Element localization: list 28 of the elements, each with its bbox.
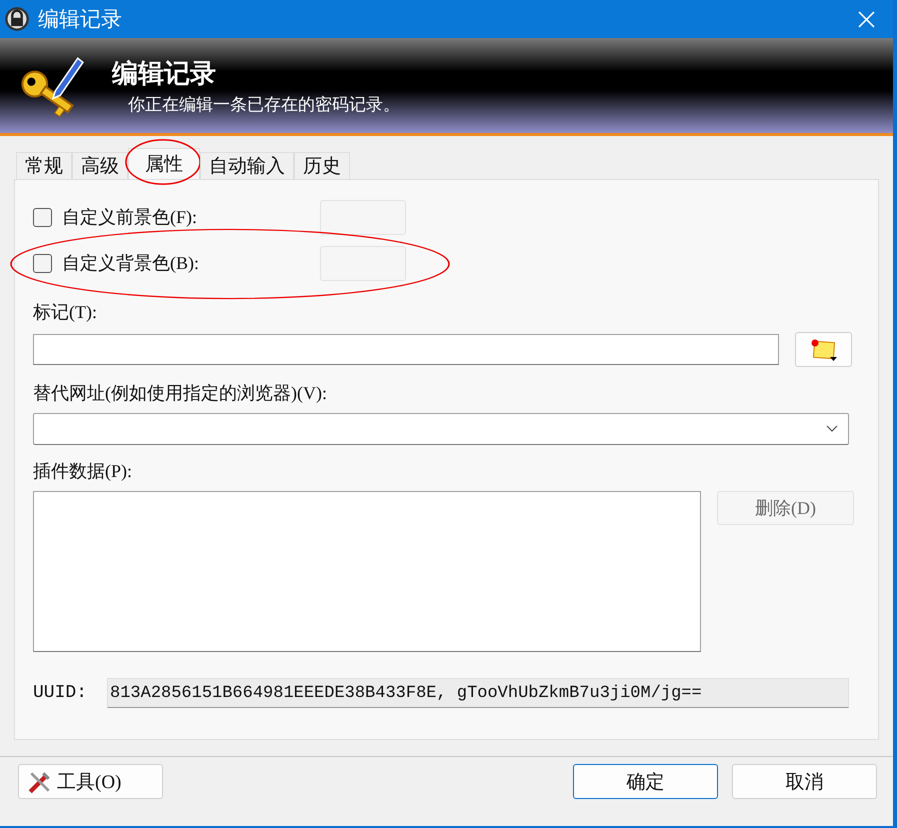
color-button[interactable] — [320, 246, 406, 280]
tab[interactable]: 高级 — [72, 152, 128, 179]
field-label: 替代网址(例如使用指定的浏览器)(V): — [33, 382, 328, 405]
tab[interactable]: 属性 — [128, 148, 200, 179]
window-title: 编辑记录 — [38, 6, 122, 33]
checkbox-label: 自定义背景色(B): — [62, 252, 200, 275]
url-dropdown[interactable] — [33, 413, 849, 445]
color-button[interactable] — [320, 200, 406, 234]
tab[interactable]: 历史 — [294, 152, 350, 179]
tag-button[interactable] — [795, 332, 852, 367]
uuid-field[interactable]: 813A2856151B664981EEEDE38B433F8E, gTooVhUbZkmB7u3ji0M/jg== — [107, 678, 850, 708]
chevron-down-icon — [826, 425, 838, 433]
checkbox-label: 自定义前景色(F): — [62, 206, 198, 229]
lock-icon — [4, 6, 30, 32]
field-label: 插件数据(P): — [33, 460, 133, 483]
cancel-button[interactable]: 取消 — [732, 764, 877, 799]
checkbox[interactable] — [33, 208, 52, 226]
close-icon[interactable] — [858, 10, 875, 28]
checkbox[interactable] — [33, 254, 52, 272]
field-label: 标记(T): — [33, 301, 98, 324]
tools-button[interactable]: 工具(O) — [18, 764, 163, 799]
header-title: 编辑记录 — [112, 58, 217, 90]
tags-field[interactable] — [33, 334, 779, 365]
tab[interactable]: 常规 — [16, 152, 72, 179]
tab[interactable]: 自动输入 — [200, 152, 294, 179]
uuid-label: UUID: — [33, 683, 88, 703]
ok-button[interactable]: 确定 — [573, 764, 718, 799]
header-subtitle: 你正在编辑一条已存在的密码记录。 — [128, 94, 400, 116]
